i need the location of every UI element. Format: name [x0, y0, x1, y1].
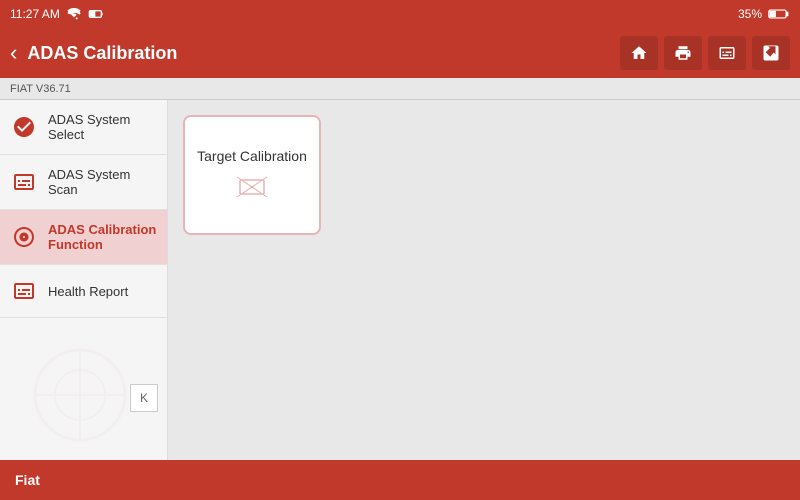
wifi-icon: [66, 8, 82, 20]
home-icon: [630, 44, 648, 62]
collapse-label: K: [140, 391, 148, 405]
sidebar-label-adas-system-scan: ADAS System Scan: [48, 167, 157, 197]
page-title: ADAS Calibration: [27, 43, 177, 64]
header: ‹ ADAS Calibration: [0, 28, 800, 78]
adas-system-scan-icon: [10, 168, 38, 196]
header-right: [620, 36, 790, 70]
collapse-button[interactable]: K: [130, 384, 158, 412]
sidebar-label-adas-system-select: ADAS System Select: [48, 112, 157, 142]
adas-calibration-function-icon: [10, 223, 38, 251]
sidebar-item-health-report[interactable]: Health Report: [0, 265, 167, 318]
target-calibration-card-icon: [232, 172, 272, 202]
home-button[interactable]: [620, 36, 658, 70]
print-button[interactable]: [664, 36, 702, 70]
adas-system-select-icon: [10, 113, 38, 141]
bottom-bar: Fiat: [0, 460, 800, 500]
export-button[interactable]: [752, 36, 790, 70]
export-icon: [762, 44, 780, 62]
header-left: ‹ ADAS Calibration: [10, 40, 177, 66]
sidebar-footer: K: [130, 384, 158, 412]
status-left: 11:27 AM: [10, 7, 104, 21]
status-bar: 11:27 AM 35%: [0, 0, 800, 28]
battery-level: 35%: [738, 7, 762, 21]
sidebar-item-adas-system-scan[interactable]: ADAS System Scan: [0, 155, 167, 210]
back-button[interactable]: ‹: [10, 40, 17, 66]
target-calibration-label: Target Calibration: [197, 148, 307, 164]
battery-device-icon: [88, 8, 104, 20]
sidebar: ADAS System Select ADAS System Scan ADAS…: [0, 100, 168, 460]
bottom-bar-label: Fiat: [15, 472, 40, 488]
sidebar-item-adas-system-select[interactable]: ADAS System Select: [0, 100, 167, 155]
sidebar-label-health-report: Health Report: [48, 284, 128, 299]
battery-icon: [768, 8, 790, 20]
sidebar-label-adas-calibration-function: ADAS Calibration Function: [48, 222, 157, 252]
status-right: 35%: [738, 7, 790, 21]
content-area: Target Calibration: [168, 100, 800, 460]
main-layout: ADAS System Select ADAS System Scan ADAS…: [0, 100, 800, 460]
time-display: 11:27 AM: [10, 7, 60, 21]
version-label: FIAT V36.71: [10, 83, 71, 95]
target-calibration-card[interactable]: Target Calibration: [183, 115, 321, 235]
print-icon: [674, 44, 692, 62]
adas-icon: [718, 44, 736, 62]
sub-header: FIAT V36.71: [0, 78, 800, 100]
adas-button[interactable]: [708, 36, 746, 70]
sidebar-item-adas-calibration-function[interactable]: ADAS Calibration Function: [0, 210, 167, 265]
health-report-icon: [10, 277, 38, 305]
